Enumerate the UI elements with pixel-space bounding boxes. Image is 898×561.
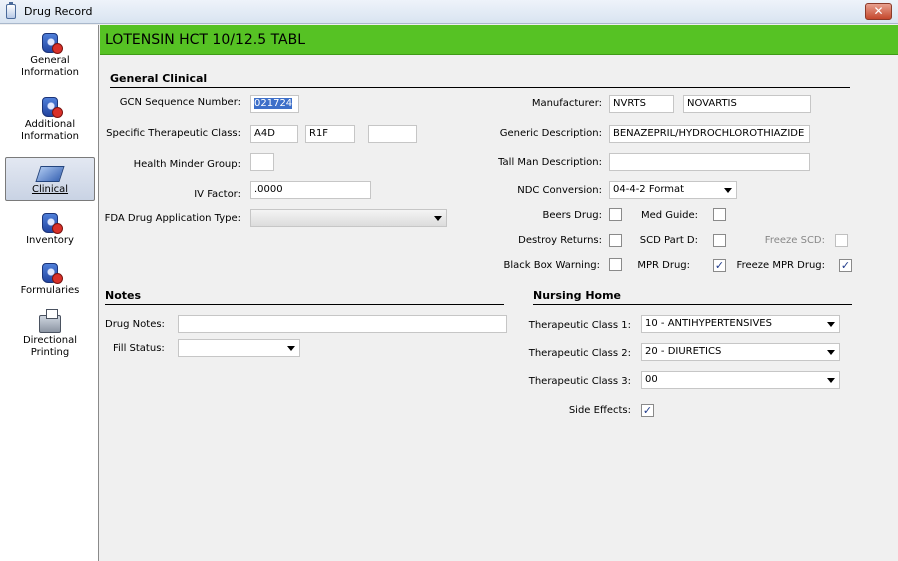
sidebar-item-label: Information (21, 131, 79, 142)
manufacturer-name-input[interactable]: NOVARTIS (683, 95, 811, 113)
sidebar-item-label: Information (21, 67, 79, 78)
ndc-label: NDC Conversion: (517, 185, 602, 196)
mpr-drug-label: MPR Drug: (637, 260, 690, 271)
therapeutic-class-2-label: Therapeutic Class 2: (528, 348, 631, 359)
therapeutic-class-1-label: Therapeutic Class 1: (528, 320, 631, 331)
therapeutic-class-3-label: Therapeutic Class 3: (528, 376, 631, 387)
check-icon: ✓ (840, 259, 851, 272)
side-effects-label: Side Effects: (568, 405, 631, 416)
fda-dropdown[interactable] (250, 209, 447, 227)
med-guide-checkbox[interactable] (713, 208, 726, 221)
sidebar-item-label: Printing (30, 347, 70, 358)
sidebar-item-inventory[interactable]: Inventory (5, 213, 95, 253)
therapeutic-class-2-dropdown[interactable]: 20 - DIURETICS (641, 343, 840, 361)
ndc-dropdown[interactable]: 04-4-2 Format (609, 181, 737, 199)
sidebar-item-label: General (30, 55, 70, 66)
window-title: Drug Record (24, 5, 93, 18)
chevron-down-icon (827, 322, 835, 327)
printer-icon (39, 309, 61, 333)
tallman-input[interactable] (609, 153, 810, 171)
sidebar: General Information Additional Informati… (0, 25, 99, 561)
bottles-icon (42, 213, 63, 234)
side-effects-checkbox[interactable]: ✓ (641, 404, 654, 417)
freeze-scd-checkbox[interactable] (835, 234, 848, 247)
health-minder-label: Health Minder Group: (133, 159, 241, 170)
drug-notes-input[interactable] (178, 315, 507, 333)
sidebar-item-clinical[interactable]: Clinical (5, 157, 95, 201)
bottle-icon (42, 263, 63, 284)
scd-part-d-label: SCD Part D: (639, 235, 698, 246)
gcn-label: GCN Sequence Number: (119, 97, 241, 108)
chevron-down-icon (827, 378, 835, 383)
manufacturer-label: Manufacturer: (531, 98, 602, 109)
chevron-down-icon (724, 188, 732, 193)
sidebar-item-directional-printing[interactable]: Directional Printing (5, 309, 95, 367)
beers-label: Beers Drug: (542, 210, 602, 221)
drug-name-title: LOTENSIN HCT 10/12.5 TABL (105, 32, 306, 48)
gcn-value: 021724 (254, 98, 293, 109)
chevron-down-icon (287, 346, 295, 351)
main-panel: LOTENSIN HCT 10/12.5 TABL General Clinic… (100, 25, 898, 561)
therapeutic-class-3-value: 00 (645, 374, 658, 385)
close-button[interactable]: ✕ (865, 3, 892, 20)
stc-input-2[interactable]: R1F (305, 125, 355, 143)
bottle-icon (42, 33, 63, 54)
freeze-scd-label: Freeze SCD: (764, 235, 825, 246)
gcn-input[interactable]: 021724 (250, 95, 299, 113)
sidebar-item-label: Clinical (31, 184, 69, 195)
generic-description-input[interactable]: BENAZEPRIL/HYDROCHLOROTHIAZIDE (609, 125, 810, 143)
black-box-label: Black Box Warning: (503, 260, 600, 271)
freeze-mpr-label: Freeze MPR Drug: (736, 260, 825, 271)
app-icon (6, 2, 16, 19)
sidebar-item-formularies[interactable]: Formularies (5, 263, 95, 303)
check-icon: ✓ (642, 404, 653, 417)
close-icon[interactable]: ✕ (873, 4, 883, 18)
iv-factor-label: IV Factor: (194, 189, 241, 200)
chevron-down-icon (827, 350, 835, 355)
general-clinical-section-title: General Clinical (110, 72, 850, 88)
notes-section-title: Notes (105, 289, 504, 305)
sidebar-item-label: Inventory (26, 235, 74, 246)
bottle-icon (42, 97, 63, 118)
sidebar-item-label: Additional (24, 119, 76, 130)
med-guide-label: Med Guide: (640, 210, 698, 221)
sidebar-item-general-information[interactable]: General Information (5, 33, 95, 85)
sidebar-item-label: Directional (22, 335, 78, 346)
manufacturer-code-input[interactable]: NVRTS (609, 95, 674, 113)
nursing-home-section-title: Nursing Home (533, 289, 852, 305)
therapeutic-class-1-dropdown[interactable]: 10 - ANTIHYPERTENSIVES (641, 315, 840, 333)
destroy-returns-label: Destroy Returns: (518, 235, 602, 246)
drug-notes-label: Drug Notes: (105, 319, 165, 330)
drug-banner: LOTENSIN HCT 10/12.5 TABL (100, 25, 898, 55)
ndc-value: 04-4-2 Format (613, 184, 685, 195)
therapeutic-class-1-value: 10 - ANTIHYPERTENSIVES (645, 318, 772, 329)
generic-description-label: Generic Description: (499, 128, 602, 139)
title-bar: Drug Record ✕ (0, 0, 898, 24)
fill-status-label: Fill Status: (113, 343, 165, 354)
fda-label: FDA Drug Application Type: (104, 213, 241, 224)
stc-label: Specific Therapeutic Class: (106, 128, 241, 139)
stc-input-3[interactable] (368, 125, 417, 143)
iv-factor-input[interactable]: .0000 (250, 181, 371, 199)
therapeutic-class-3-dropdown[interactable]: 00 (641, 371, 840, 389)
stc-input-1[interactable]: A4D (250, 125, 298, 143)
fill-status-dropdown[interactable] (178, 339, 300, 357)
health-minder-input[interactable] (250, 153, 274, 171)
sidebar-item-additional-information[interactable]: Additional Information (5, 97, 95, 149)
book-icon (35, 166, 65, 182)
freeze-mpr-checkbox[interactable]: ✓ (839, 259, 852, 272)
therapeutic-class-2-value: 20 - DIURETICS (645, 346, 722, 357)
tallman-label: Tall Man Description: (498, 157, 602, 168)
sidebar-item-label: Formularies (20, 285, 80, 296)
